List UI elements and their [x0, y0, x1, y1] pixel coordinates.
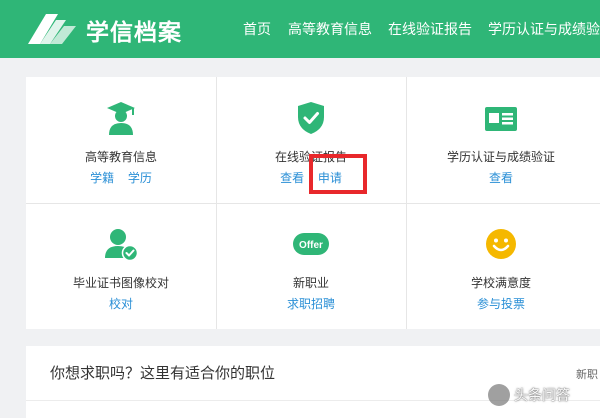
watermark-text: 头条问答	[514, 388, 570, 404]
highlight-box	[309, 154, 367, 194]
shield-check-icon	[298, 102, 324, 134]
watermark-icon	[488, 384, 510, 406]
service-title: 学历认证与成绩验证	[446, 150, 555, 164]
service-title: 学校满意度	[470, 276, 531, 290]
link-view-report[interactable]: 查看	[280, 171, 304, 185]
offer-badge-text: Offer	[299, 240, 323, 251]
link-proofread[interactable]: 校对	[109, 297, 133, 311]
link-degree[interactable]: 学历	[128, 171, 152, 185]
watermark: 头条问答	[488, 384, 570, 406]
nav-higher-education[interactable]: 高等教育信息	[288, 19, 372, 39]
service-new-career: Offer 新职业 求职招聘	[216, 203, 406, 329]
id-card-icon	[485, 107, 517, 131]
link-vote[interactable]: 参与投票	[477, 297, 525, 311]
link-job-search[interactable]: 求职招聘	[287, 297, 335, 311]
brand-title[interactable]: 学信档案	[86, 13, 182, 47]
service-higher-education: 高等教育信息 学籍 学历	[26, 77, 216, 203]
nav-certification[interactable]: 学历认证与成绩验证	[488, 19, 600, 39]
smiley-icon	[486, 229, 516, 259]
jobs-more-link[interactable]: 新职	[576, 366, 598, 382]
link-student-status[interactable]: 学籍	[90, 171, 114, 185]
user-check-icon	[105, 229, 138, 261]
offer-icon: Offer	[293, 233, 329, 255]
service-school-satisfaction: 学校满意度 参与投票	[406, 203, 596, 329]
graduate-icon	[107, 102, 135, 135]
service-title: 毕业证书图像校对	[72, 276, 169, 290]
service-title: 新职业	[292, 276, 329, 290]
logo-icon[interactable]	[26, 12, 78, 46]
nav-online-report[interactable]: 在线验证报告	[388, 19, 472, 39]
nav-home[interactable]: 首页	[243, 19, 271, 39]
service-certificate-proofread: 毕业证书图像校对 校对	[26, 203, 216, 329]
jobs-panel: 你想求职吗？这里有适合你的职位 新职	[26, 346, 600, 418]
service-certification: 学历认证与成绩验证 查看	[406, 77, 596, 203]
jobs-title: 你想求职吗？这里有适合你的职位	[50, 364, 276, 382]
header-bar: 学信档案 首页 高等教育信息 在线验证报告 学历认证与成绩验证	[0, 0, 600, 58]
service-title: 高等教育信息	[84, 150, 157, 164]
service-panel: 高等教育信息 学籍 学历 在线验证报告 查看 申请 学历认证与成绩验证 查看 毕…	[26, 77, 600, 329]
link-view-certification[interactable]: 查看	[489, 171, 513, 185]
